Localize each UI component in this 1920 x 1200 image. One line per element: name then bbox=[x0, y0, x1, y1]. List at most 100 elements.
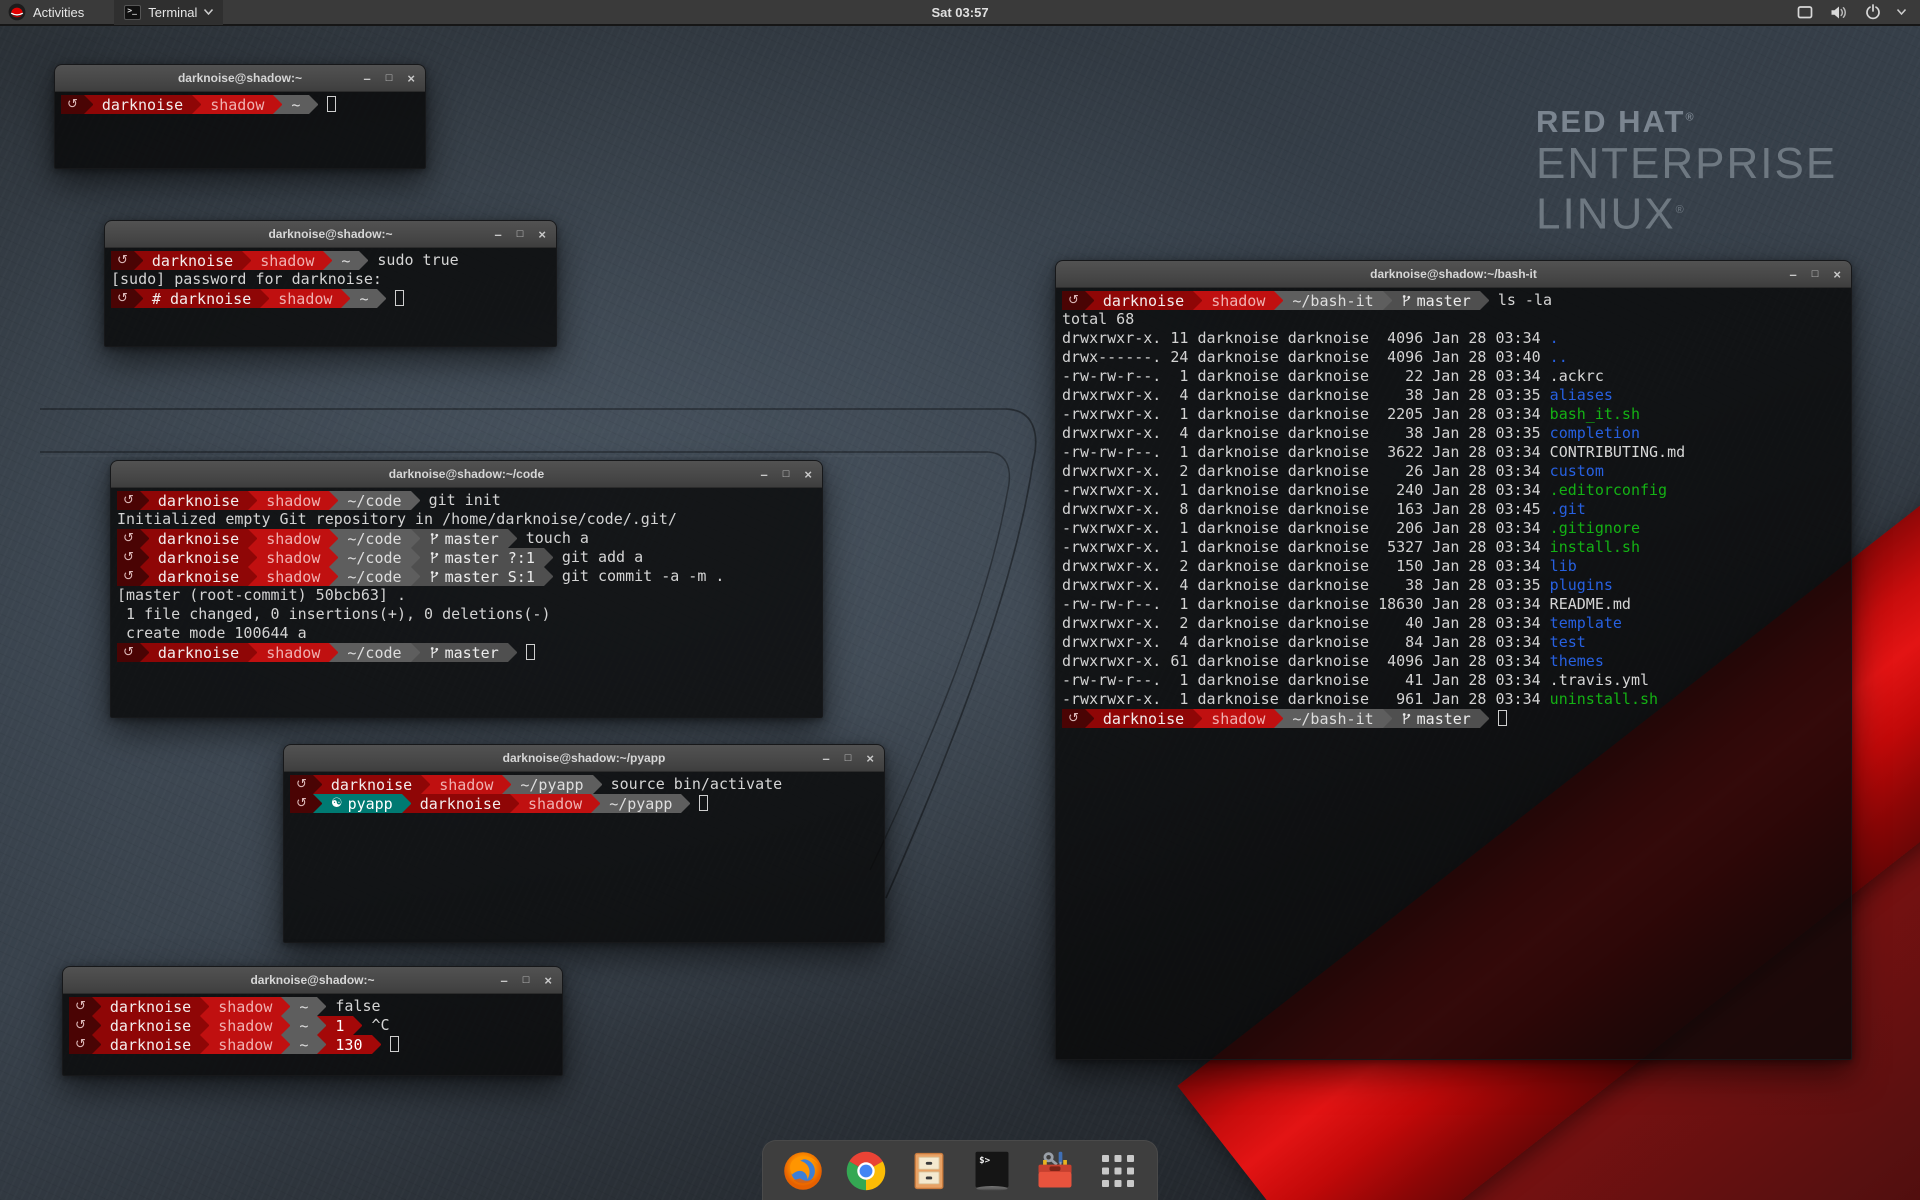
terminal-cursor bbox=[526, 644, 535, 660]
activities-button[interactable]: Activities bbox=[6, 1, 92, 23]
terminal-line: ↺darknoiseshadow~/codemastertouch a bbox=[117, 529, 822, 548]
activities-label: Activities bbox=[33, 5, 84, 20]
powerline-separator bbox=[1085, 291, 1094, 310]
output-text: drwxrwxr-x. 2 darknoise darknoise 26 Jan… bbox=[1062, 462, 1550, 481]
dock-chrome-icon[interactable] bbox=[843, 1148, 889, 1194]
terminal-line: 1 file changed, 0 insertions(+), 0 delet… bbox=[117, 605, 822, 624]
powerline-separator bbox=[329, 567, 338, 586]
close-button[interactable]: × bbox=[544, 974, 552, 987]
dock-files-icon[interactable] bbox=[906, 1148, 952, 1194]
terminal-line: [sudo] password for darknoise: bbox=[111, 270, 556, 289]
git-branch-icon bbox=[429, 570, 440, 584]
output-text: total 68 bbox=[1062, 310, 1134, 329]
minimize-button[interactable]: – bbox=[501, 974, 508, 987]
prompt-segment-user: darknoise bbox=[411, 794, 510, 813]
prompt-segment-exit: 1 bbox=[326, 1016, 353, 1035]
prompt-segment-os: ↺ bbox=[117, 529, 140, 548]
powerline-separator bbox=[402, 794, 411, 813]
display-icon[interactable] bbox=[1796, 5, 1814, 20]
powerline-separator bbox=[309, 95, 318, 114]
maximize-button[interactable]: □ bbox=[845, 752, 852, 765]
terminal-content[interactable]: ↺darknoiseshadow~/codegit initInitialize… bbox=[111, 488, 822, 662]
window-titlebar[interactable]: darknoise@shadow:~ – □ × bbox=[63, 967, 562, 994]
minimize-button[interactable]: – bbox=[1790, 268, 1797, 281]
minimize-button[interactable]: – bbox=[495, 228, 502, 241]
powerline-separator bbox=[1480, 291, 1489, 310]
terminal-line: total 68 bbox=[1062, 310, 1851, 329]
maximize-button[interactable]: □ bbox=[523, 974, 530, 987]
terminal-window-sudo[interactable]: darknoise@shadow:~ – □ × ↺darknoiseshado… bbox=[104, 220, 557, 347]
maximize-button[interactable]: □ bbox=[517, 228, 524, 241]
window-title: darknoise@shadow:~ bbox=[178, 71, 302, 85]
window-titlebar[interactable]: darknoise@shadow:~/pyapp – □ × bbox=[284, 745, 884, 772]
close-button[interactable]: × bbox=[804, 468, 812, 481]
svg-text:$>: $> bbox=[979, 1154, 991, 1165]
terminal-window-home-small[interactable]: darknoise@shadow:~ – □ × ↺darknoiseshado… bbox=[54, 64, 426, 169]
command-text: ls -la bbox=[1489, 291, 1552, 310]
terminal-content[interactable]: ↺darknoiseshadow~false↺darknoiseshadow~1… bbox=[63, 994, 562, 1054]
prompt-segment-git: master bbox=[1392, 709, 1480, 728]
powerline-separator bbox=[359, 251, 368, 270]
prompt-segment-user: darknoise bbox=[101, 1035, 200, 1054]
powerline-separator bbox=[248, 643, 257, 662]
output-text: -rw-rw-r--. 1 darknoise darknoise 18630 … bbox=[1062, 595, 1550, 614]
terminal-window-code[interactable]: darknoise@shadow:~/code – □ × ↺darknoise… bbox=[110, 460, 823, 718]
window-title: darknoise@shadow:~/pyapp bbox=[503, 751, 666, 765]
dock-toolbox-icon[interactable] bbox=[1032, 1148, 1078, 1194]
close-button[interactable]: × bbox=[538, 228, 546, 241]
distro-swirl-icon: ↺ bbox=[123, 550, 134, 565]
minimize-button[interactable]: – bbox=[364, 72, 371, 85]
terminal-line: ↺darknoiseshadow~ bbox=[61, 95, 425, 114]
maximize-button[interactable]: □ bbox=[1812, 268, 1819, 281]
close-button[interactable]: × bbox=[866, 752, 874, 765]
minimize-button[interactable]: – bbox=[823, 752, 830, 765]
file-name: custom bbox=[1550, 462, 1604, 481]
prompt-segment-host: shadow bbox=[201, 95, 273, 114]
close-button[interactable]: × bbox=[1833, 268, 1841, 281]
powerline-separator bbox=[377, 289, 386, 308]
command-text: sudo true bbox=[368, 251, 458, 270]
terminal-content[interactable]: ↺darknoiseshadow~/pyappsource bin/activa… bbox=[284, 772, 884, 813]
powerline-separator bbox=[544, 548, 553, 567]
terminal-window-bash-it[interactable]: darknoise@shadow:~/bash-it – □ × ↺darkno… bbox=[1055, 260, 1852, 1060]
power-icon[interactable] bbox=[1865, 4, 1881, 20]
prompt-segment-os: ↺ bbox=[117, 491, 140, 510]
terminal-content[interactable]: ↺darknoiseshadow~sudo true[sudo] passwor… bbox=[105, 248, 556, 308]
prompt-segment-user: darknoise bbox=[93, 95, 192, 114]
terminal-app-icon: >_ bbox=[124, 5, 141, 20]
window-titlebar[interactable]: darknoise@shadow:~ – □ × bbox=[105, 221, 556, 248]
distro-swirl-icon: ↺ bbox=[296, 796, 307, 811]
powerline-separator bbox=[281, 1035, 290, 1054]
maximize-button[interactable]: □ bbox=[386, 72, 393, 85]
dock-app-grid-icon[interactable] bbox=[1095, 1148, 1141, 1194]
terminal-content[interactable]: ↺darknoiseshadow~ bbox=[55, 92, 425, 114]
prompt-segment-user: darknoise bbox=[149, 643, 248, 662]
powerline-separator bbox=[92, 997, 101, 1016]
close-button[interactable]: × bbox=[407, 72, 415, 85]
prompt-segment-git: master S:1 bbox=[420, 567, 544, 586]
file-name: install.sh bbox=[1550, 538, 1640, 557]
terminal-window-pyapp[interactable]: darknoise@shadow:~/pyapp – □ × ↺ darknois… bbox=[283, 744, 885, 943]
terminal-window-exit-codes[interactable]: darknoise@shadow:~ – □ × ↺darknoiseshado… bbox=[62, 966, 563, 1076]
file-name: template bbox=[1550, 614, 1622, 633]
terminal-line: -rwxrwxr-x. 1 darknoise darknoise 240 Ja… bbox=[1062, 481, 1851, 500]
volume-icon[interactable] bbox=[1830, 5, 1849, 20]
system-menu-chevron-icon[interactable] bbox=[1897, 9, 1906, 15]
output-text: drwxrwxr-x. 2 darknoise darknoise 40 Jan… bbox=[1062, 614, 1550, 633]
file-name: plugins bbox=[1550, 576, 1613, 595]
prompt-segment-user: darknoise bbox=[1094, 291, 1193, 310]
prompt-segment-host: shadow bbox=[209, 997, 281, 1016]
file-name: aliases bbox=[1550, 386, 1613, 405]
distro-swirl-icon: ↺ bbox=[123, 569, 134, 584]
terminal-content[interactable]: ↺darknoiseshadow~/bash-itmasterls -latot… bbox=[1056, 288, 1851, 728]
dock-terminal-icon[interactable]: $> bbox=[969, 1148, 1015, 1194]
dock-firefox-icon[interactable] bbox=[780, 1148, 826, 1194]
minimize-button[interactable]: – bbox=[761, 468, 768, 481]
maximize-button[interactable]: □ bbox=[783, 468, 790, 481]
terminal-cursor bbox=[327, 96, 336, 112]
window-titlebar[interactable]: darknoise@shadow:~/code – □ × bbox=[111, 461, 822, 488]
focused-app-menu[interactable]: >_ Terminal bbox=[114, 0, 223, 25]
window-titlebar[interactable]: darknoise@shadow:~/bash-it – □ × bbox=[1056, 261, 1851, 288]
clock[interactable]: Sat 03:57 bbox=[0, 5, 1920, 20]
window-titlebar[interactable]: darknoise@shadow:~ – □ × bbox=[55, 65, 425, 92]
